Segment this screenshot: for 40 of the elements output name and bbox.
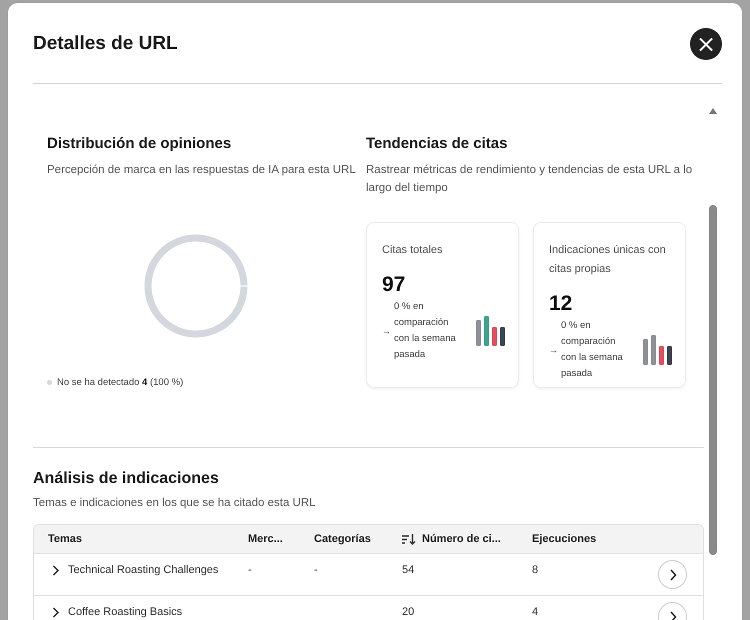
table-cell: 4 <box>532 606 538 618</box>
expand-chevron-icon[interactable] <box>52 564 60 576</box>
mini-bar-chart-icon <box>476 316 507 346</box>
close-button[interactable]: × <box>690 28 722 60</box>
table-cell: 8 <box>532 564 538 576</box>
trend-arrow: → <box>549 345 559 355</box>
section-title: Análisis de indicaciones <box>33 470 220 488</box>
trend-arrow: → <box>382 326 392 336</box>
table-cell: - <box>248 564 252 576</box>
trend-text: 0 % en comparación con la semana pasada <box>561 319 624 381</box>
metric-value: 12 <box>549 292 574 316</box>
section-subtitle: Rastrear métricas de rendimiento y tendencias de esta URL a lo largo del tiempo <box>366 163 694 196</box>
section-subtitle: Temas e indicaciones en los que se ha citado esta URL <box>33 496 317 511</box>
metric-value: 97 <box>382 273 406 297</box>
table-cell: 20 <box>402 606 414 618</box>
table-cell: 54 <box>402 564 414 576</box>
expand-chevron-icon[interactable] <box>52 606 60 618</box>
column-header[interactable]: Merc... <box>248 533 314 545</box>
table-cell: Technical Roasting Challenges <box>68 564 218 576</box>
column-header[interactable]: Número de ci... <box>402 533 532 545</box>
metric-label: Indicaciones únicas con citas propias <box>549 243 667 277</box>
metric-label: Citas totales <box>382 243 444 258</box>
trend-text: 0 % en comparación con la semana pasada <box>394 300 457 362</box>
dialog-title: Detalles de URL <box>33 33 178 55</box>
row-open-button[interactable] <box>658 560 687 589</box>
chevron-right-icon[interactable] <box>668 568 676 580</box>
column-header[interactable]: Ejecuciones <box>532 533 642 545</box>
section-title: Tendencias de citas <box>366 135 508 152</box>
mini-bar-chart-icon <box>643 335 674 365</box>
table-cell: - <box>314 564 318 576</box>
scroll-up-icon[interactable] <box>709 108 717 114</box>
sort-descending-icon[interactable] <box>402 534 416 544</box>
scrollbar-thumb[interactable] <box>709 205 717 555</box>
section-title: Distribución de opiniones <box>47 135 232 152</box>
column-header[interactable]: Temas <box>34 533 248 545</box>
column-header[interactable]: Categorías <box>314 533 402 545</box>
section-subtitle: Percepción de marca en las respuestas de IA para esta URL <box>47 163 357 178</box>
chevron-right-icon[interactable] <box>668 610 676 620</box>
legend-label: No se ha detectado 4 (100 %) <box>57 377 184 388</box>
table-cell: Coffee Roasting Basics <box>68 606 182 618</box>
